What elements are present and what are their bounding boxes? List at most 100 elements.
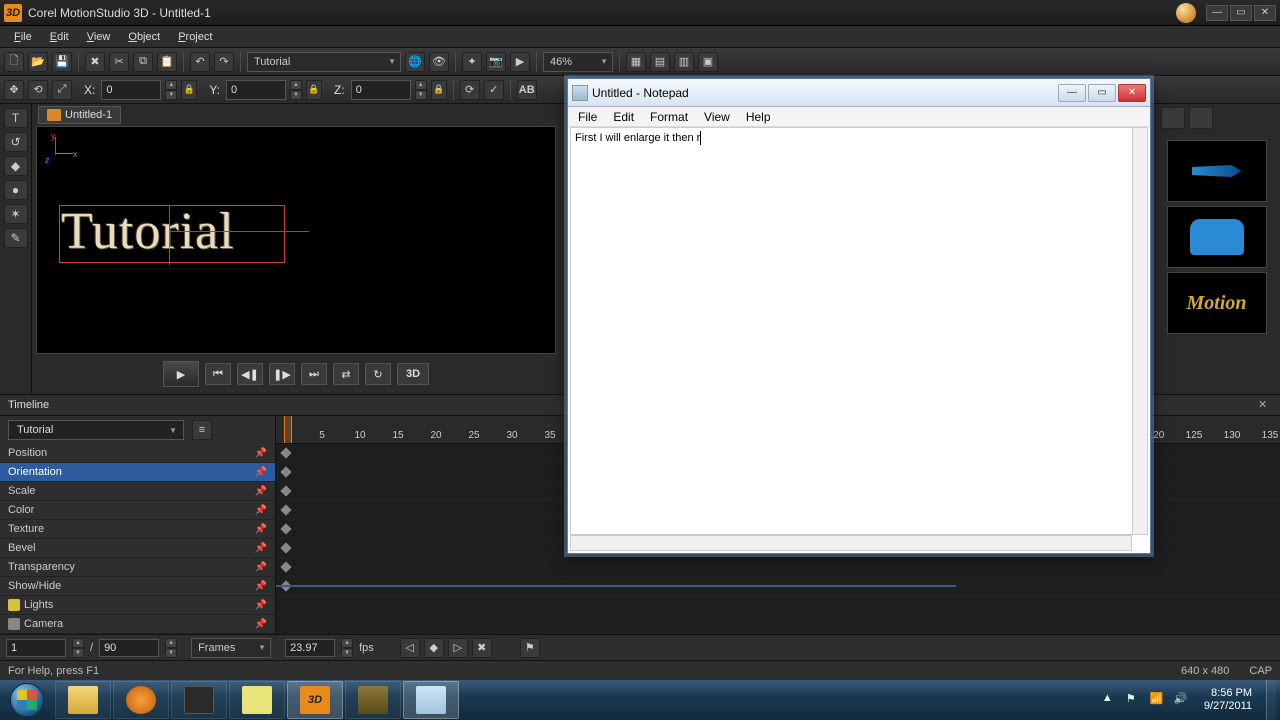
current-frame-spinner[interactable]: ▲▼ (72, 638, 84, 658)
x-lock-icon[interactable]: 🔒 (181, 80, 197, 100)
total-frames-input[interactable]: 90 (99, 639, 159, 657)
pin-icon[interactable]: 📌 (255, 524, 267, 535)
goto-start-button[interactable]: ⏮ (205, 363, 231, 385)
light-icon[interactable]: ✦ (462, 52, 482, 72)
notepad-close-button[interactable]: ✕ (1118, 84, 1146, 102)
timeline-track-texture[interactable]: Texture📌 (0, 520, 275, 539)
pin-icon[interactable]: 📌 (255, 448, 267, 459)
step-back-button[interactable]: ◀❚ (237, 363, 263, 385)
copy-icon[interactable]: ⧉ (133, 52, 153, 72)
object-tool-icon[interactable]: ● (4, 180, 28, 200)
play-button[interactable]: ▶ (163, 361, 199, 387)
timeline-track-color[interactable]: Color📌 (0, 501, 275, 520)
open-file-icon[interactable]: 📂 (28, 52, 48, 72)
timeline-row[interactable] (276, 577, 1280, 596)
pin-icon[interactable]: 📌 (255, 486, 267, 497)
keyframe-icon[interactable] (280, 466, 291, 477)
x-spinner[interactable]: ▲▼ (165, 80, 177, 100)
move-tool-icon[interactable]: ✥ (4, 80, 24, 100)
render-icon[interactable]: ▶ (510, 52, 530, 72)
timeline-track-position[interactable]: Position📌 (0, 444, 275, 463)
timeline-track-camera[interactable]: Camera📌 (0, 615, 275, 634)
notepad-menu-edit[interactable]: Edit (605, 108, 642, 126)
key-delete-icon[interactable]: ✖ (472, 638, 492, 658)
tray-volume-icon[interactable]: 🔊 (1174, 692, 1190, 708)
viewport-3d[interactable]: x y z Tutorial (36, 126, 556, 354)
keyframe-icon[interactable] (280, 542, 291, 553)
current-frame-input[interactable]: 1 (6, 639, 66, 657)
menu-object[interactable]: Object (120, 29, 168, 45)
globe-icon[interactable]: 🌐 (405, 52, 425, 72)
notepad-menu-help[interactable]: Help (738, 108, 779, 126)
taskbar-app-1[interactable] (171, 681, 227, 719)
library-tab-2[interactable] (1189, 107, 1213, 129)
loop-button[interactable]: ⇄ (333, 363, 359, 385)
refresh-button[interactable]: ↻ (365, 363, 391, 385)
pin-icon[interactable]: 📌 (255, 543, 267, 554)
fps-input[interactable]: 23.97 (285, 639, 335, 657)
view-3d-button[interactable]: 3D (397, 363, 429, 385)
taskbar-explorer[interactable] (55, 681, 111, 719)
notepad-textarea[interactable]: First I will enlarge it then r (570, 127, 1148, 535)
taskbar-sticky-notes[interactable] (229, 681, 285, 719)
notepad-titlebar[interactable]: Untitled - Notepad — ▭ ✕ (568, 79, 1150, 107)
timeline-toggle-icon[interactable]: ≡ (192, 420, 212, 440)
delete-icon[interactable]: ✖ (85, 52, 105, 72)
apply-icon[interactable]: ✓ (484, 80, 504, 100)
menu-file[interactable]: File (6, 29, 40, 45)
layout-4-icon[interactable]: ▣ (698, 52, 718, 72)
notepad-menu-view[interactable]: View (696, 108, 738, 126)
keyframe-icon[interactable] (280, 561, 291, 572)
notepad-maximize-button[interactable]: ▭ (1088, 84, 1116, 102)
text-tool-icon[interactable]: T (4, 108, 28, 128)
taskbar-motionstudio[interactable]: 3D (287, 681, 343, 719)
key-next-icon[interactable]: ▷ (448, 638, 468, 658)
tray-flag-icon[interactable]: ⚑ (1126, 692, 1142, 708)
layout-3-icon[interactable]: ▥ (674, 52, 694, 72)
zoom-combo[interactable]: 46% ▼ (543, 52, 613, 72)
text-props-icon[interactable]: AB (517, 80, 537, 100)
camera-icon[interactable]: 📷 (486, 52, 506, 72)
menu-project[interactable]: Project (170, 29, 220, 45)
minimize-button[interactable]: — (1206, 5, 1228, 21)
pin-icon[interactable]: 📌 (255, 581, 267, 592)
keyframe-icon[interactable] (280, 485, 291, 496)
object-name-combo[interactable]: Tutorial ▼ (247, 52, 401, 72)
fps-spinner[interactable]: ▲▼ (341, 638, 353, 658)
z-input[interactable]: 0 (351, 80, 411, 100)
tray-up-icon[interactable]: ▲ (1102, 692, 1118, 708)
edit-tool-icon[interactable]: ✎ (4, 228, 28, 248)
layout-2-icon[interactable]: ▤ (650, 52, 670, 72)
units-combo[interactable]: Frames ▼ (191, 638, 271, 658)
notepad-scrollbar-vertical[interactable] (1132, 127, 1148, 535)
timeline-row[interactable] (276, 558, 1280, 577)
redo-icon[interactable]: ↷ (214, 52, 234, 72)
taskbar-notepad[interactable] (403, 681, 459, 719)
tray-network-icon[interactable]: 📶 (1150, 692, 1166, 708)
library-item[interactable] (1167, 140, 1267, 202)
cut-icon[interactable]: ✂ (109, 52, 129, 72)
tray-clock[interactable]: 8:56 PM 9/27/2011 (1198, 687, 1258, 713)
notepad-menu-file[interactable]: File (570, 108, 605, 126)
keyframe-icon[interactable] (280, 523, 291, 534)
key-prev-icon[interactable]: ◁ (400, 638, 420, 658)
z-spinner[interactable]: ▲▼ (415, 80, 427, 100)
library-item[interactable] (1167, 206, 1267, 268)
viewport-tab[interactable]: Untitled-1 (38, 106, 121, 124)
timeline-clip[interactable] (276, 585, 956, 587)
timeline-track-scale[interactable]: Scale📌 (0, 482, 275, 501)
timeline-track-showhide[interactable]: Show/Hide📌 (0, 577, 275, 596)
close-button[interactable]: ✕ (1254, 5, 1276, 21)
timeline-track-orientation[interactable]: Orientation📌 (0, 463, 275, 482)
timeline-track-bevel[interactable]: Bevel📌 (0, 539, 275, 558)
notepad-menu-format[interactable]: Format (642, 108, 696, 126)
start-button[interactable] (0, 680, 54, 720)
key-add-icon[interactable]: ◆ (424, 638, 444, 658)
keyframe-icon[interactable] (280, 504, 291, 515)
undo-icon[interactable]: ↶ (190, 52, 210, 72)
y-lock-icon[interactable]: 🔒 (306, 80, 322, 100)
layout-1-icon[interactable]: ▦ (626, 52, 646, 72)
notepad-minimize-button[interactable]: — (1058, 84, 1086, 102)
eye-icon[interactable]: 👁 (429, 52, 449, 72)
pin-icon[interactable]: 📌 (255, 505, 267, 516)
